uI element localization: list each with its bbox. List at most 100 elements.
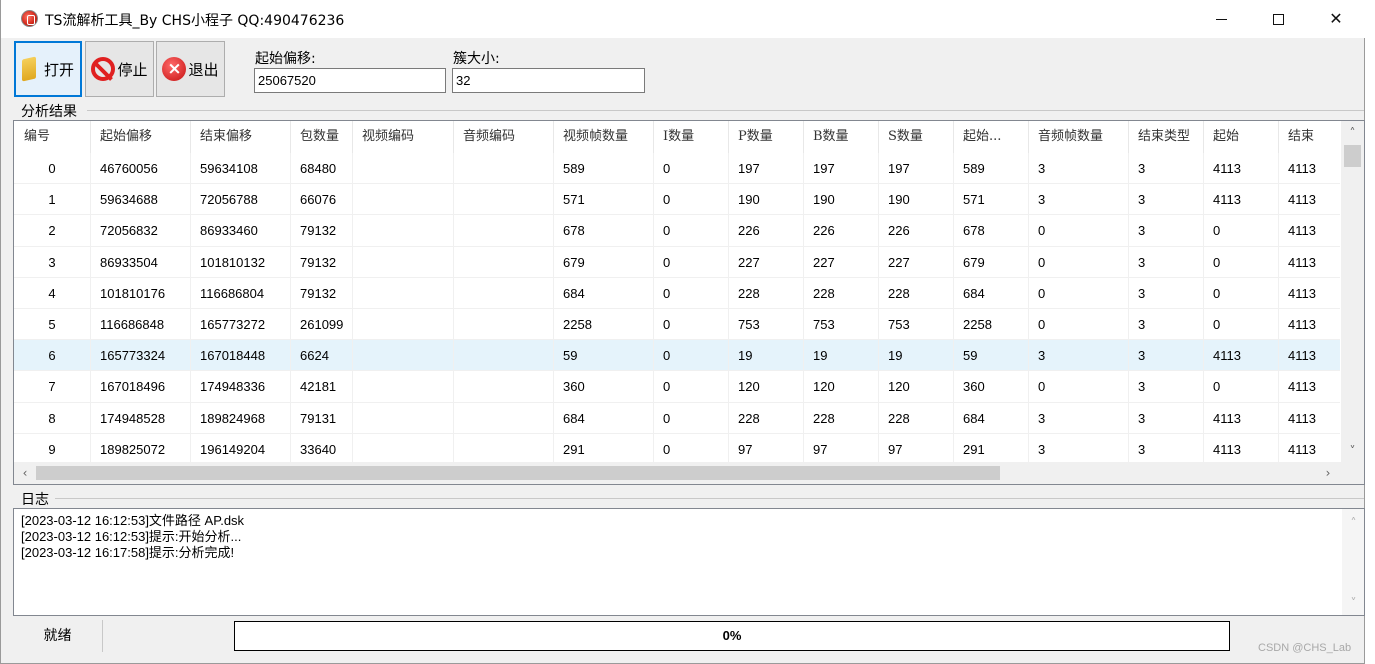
- scroll-down-icon[interactable]: ˅: [1341, 441, 1364, 461]
- table-cell: 79132: [291, 277, 353, 309]
- table-cell: 0: [1204, 308, 1279, 340]
- column-header[interactable]: 结束类型: [1129, 121, 1204, 153]
- log-scroll-up-icon[interactable]: ˄: [1342, 513, 1365, 533]
- log-textbox[interactable]: [2023-03-12 16:12:53]文件路径 AP.dsk [2023-03…: [13, 508, 1365, 616]
- table-cell: 120: [879, 371, 954, 403]
- table-cell: 19: [879, 340, 954, 372]
- table-row[interactable]: 0 46760056 59634108 68480 589 0 197 197 197 589 3 3…: [14, 153, 1349, 185]
- table-cell: [353, 246, 454, 278]
- table-cell: 753: [729, 308, 804, 340]
- table-cell: 228: [804, 277, 879, 309]
- table-cell: 189824968: [191, 402, 291, 434]
- table-row[interactable]: 2 72056832 86933460 79132 678 0 226 226 226 678 0 3…: [14, 215, 1349, 247]
- table-cell: [353, 402, 454, 434]
- cluster-size-label: 簇大小:: [453, 51, 500, 67]
- table-cell: 589: [954, 153, 1029, 184]
- column-header[interactable]: 起始偏移: [91, 121, 191, 153]
- open-button[interactable]: 打开: [14, 41, 82, 97]
- scroll-left-icon[interactable]: ‹: [14, 462, 36, 484]
- table-cell: 4113: [1279, 277, 1349, 309]
- table-row[interactable]: 6 165773324 167018448 6624 59 0 19 19 19 59 3 3 4113…: [14, 340, 1349, 372]
- table-cell: 0: [1029, 246, 1129, 278]
- table-cell: 197: [729, 153, 804, 184]
- column-header[interactable]: 音频帧数量: [1029, 121, 1129, 153]
- column-header[interactable]: B数量: [804, 121, 879, 153]
- table-cell: 228: [879, 402, 954, 434]
- table-cell: 4113: [1279, 215, 1349, 247]
- table-cell: 4113: [1204, 433, 1279, 465]
- close-button[interactable]: ✕: [1307, 0, 1365, 38]
- table-row[interactable]: 5 116686848 165773272 261099 2258 0 753 753 753 2…: [14, 308, 1349, 341]
- table-row[interactable]: 3 86933504 101810132 79132 679 0 227 227 227 679 0…: [14, 246, 1349, 278]
- table-header: 编号 起始偏移 结束偏移 包数量 视频编码 音频编码 视频帧数量 I数量 P数量 B数量 S数量 起始…: [14, 121, 1349, 153]
- column-header[interactable]: 起始: [1204, 121, 1279, 153]
- start-offset-input[interactable]: [254, 68, 446, 93]
- vertical-scroll-thumb[interactable]: [1344, 145, 1361, 167]
- table-cell: 228: [729, 277, 804, 309]
- app-window: TS流解析工具_By CHS小程子 QQ:490476236 ✕ 打开 停止 ×…: [0, 0, 1366, 664]
- scroll-up-icon[interactable]: ˄: [1341, 123, 1364, 143]
- column-header[interactable]: 视频帧数量: [554, 121, 654, 153]
- table-cell: 571: [954, 184, 1029, 216]
- column-header[interactable]: I数量: [654, 121, 729, 153]
- column-header[interactable]: 结束: [1279, 121, 1349, 153]
- column-header[interactable]: 起始...: [954, 121, 1029, 153]
- table-cell: 33640: [291, 433, 353, 465]
- table-cell: 4113: [1279, 184, 1349, 216]
- vertical-scrollbar[interactable]: ˄ ˅: [1341, 121, 1364, 462]
- exit-button[interactable]: × 退出: [156, 41, 225, 97]
- table-cell: 3: [14, 246, 91, 278]
- column-header[interactable]: 视频编码: [353, 121, 454, 153]
- progress-bar: 0%: [234, 621, 1230, 651]
- table-cell: 7: [14, 371, 91, 403]
- horizontal-scroll-thumb[interactable]: [36, 466, 1000, 480]
- table-row[interactable]: 9 189825072 196149204 33640 291 0 97 97 97 291 3 3 4…: [14, 433, 1349, 465]
- column-header[interactable]: S数量: [879, 121, 954, 153]
- table-row[interactable]: 1 59634688 72056788 66076 571 0 190 190 190 571 3 3…: [14, 184, 1349, 216]
- log-scrollbar[interactable]: ˄ ˅: [1342, 509, 1364, 615]
- log-line: [2023-03-12 16:12:53]文件路径 AP.dsk: [21, 513, 245, 528]
- log-scroll-down-icon[interactable]: ˅: [1342, 593, 1365, 613]
- table-row[interactable]: 4 101810176 116686804 79132 684 0 228 228 228 684…: [14, 277, 1349, 309]
- table-cell: 3: [1029, 433, 1129, 465]
- table-row[interactable]: 7 167018496 174948336 42181 360 0 120 120 120 360…: [14, 371, 1349, 403]
- table-cell: 6624: [291, 340, 353, 372]
- minimize-button[interactable]: [1192, 0, 1250, 38]
- table-cell: 0: [654, 340, 729, 372]
- table-cell: 678: [954, 215, 1029, 247]
- maximize-button[interactable]: [1249, 0, 1307, 38]
- minimize-icon: [1215, 19, 1227, 20]
- column-header[interactable]: 音频编码: [454, 121, 554, 153]
- table-cell: 59634688: [91, 184, 191, 216]
- results-table[interactable]: 编号 起始偏移 结束偏移 包数量 视频编码 音频编码 视频帧数量 I数量 P数量 B数量 S数量 起始…: [13, 120, 1365, 485]
- scroll-right-icon[interactable]: ›: [1317, 462, 1339, 484]
- table-cell: 79132: [291, 215, 353, 247]
- table-cell: 174948336: [191, 371, 291, 403]
- stop-label: 停止: [117, 60, 148, 79]
- table-cell: 72056788: [191, 184, 291, 216]
- cluster-size-input[interactable]: [452, 68, 645, 93]
- app-icon: [21, 10, 38, 27]
- close-icon: ✕: [1329, 9, 1343, 28]
- table-cell: [454, 433, 554, 465]
- table-cell: 120: [729, 371, 804, 403]
- table-cell: 360: [554, 371, 654, 403]
- column-header[interactable]: 包数量: [291, 121, 353, 153]
- table-cell: 2: [14, 215, 91, 247]
- stop-button[interactable]: 停止: [85, 41, 154, 97]
- column-header[interactable]: 编号: [14, 121, 91, 153]
- table-cell: 4113: [1279, 371, 1349, 403]
- table-cell: 684: [954, 277, 1029, 309]
- table-cell: 86933460: [191, 215, 291, 247]
- table-cell: 226: [804, 215, 879, 247]
- table-cell: 8: [14, 402, 91, 434]
- table-cell: 0: [1204, 277, 1279, 309]
- table-cell: 3: [1029, 402, 1129, 434]
- horizontal-scrollbar[interactable]: ‹ ›: [14, 462, 1364, 484]
- table-cell: 66076: [291, 184, 353, 216]
- column-header[interactable]: P数量: [729, 121, 804, 153]
- table-cell: [353, 153, 454, 184]
- table-row[interactable]: 8 174948528 189824968 79131 684 0 228 228 228 684…: [14, 402, 1349, 434]
- table-cell: 589: [554, 153, 654, 184]
- column-header[interactable]: 结束偏移: [191, 121, 291, 153]
